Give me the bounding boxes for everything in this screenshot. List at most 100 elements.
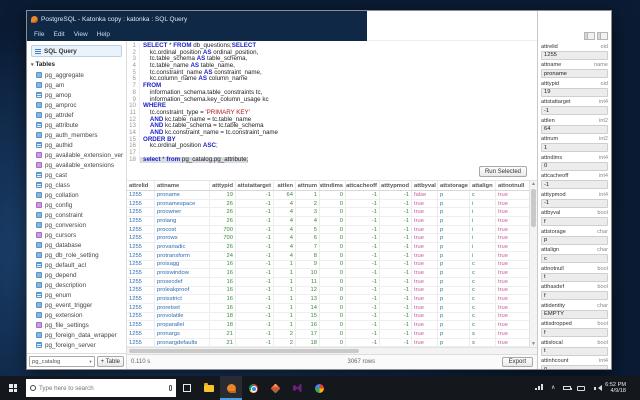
table-row[interactable]: 1255 prorows 700 -1 4 6 0 -1 -1 true p i true [127,234,529,244]
tray-battery-icon[interactable] [563,386,573,390]
tables-tree-header[interactable]: ▾ Tables [27,59,126,70]
table-row[interactable]: 1255 proretset 16 -1 1 14 0 -1 -1 true p c true [127,303,529,313]
menu-edit[interactable]: Edit [53,31,64,38]
table-row[interactable]: 1255 prolang 26 -1 4 4 0 -1 -1 true p i true [127,217,529,226]
taskbar-clock[interactable]: 6:52 PM 4/9/18 [605,382,626,395]
sidebar-item-pg_cursors[interactable]: pg_cursors [36,230,126,240]
sidebar-item-pg_available_extensions[interactable]: pg_available_extensions [36,160,126,170]
sidebar-item-pg_available_extension_ver[interactable]: pg_available_extension_ver [36,150,126,160]
taskbar-app-diamond[interactable] [264,376,286,400]
editor-line[interactable]: 18 select * from pg_catalog.pg_attribute; [127,156,537,164]
grid-vertical-scrollbar[interactable]: ▲ ▼ [529,181,537,347]
sidebar-item-pg_auth_members[interactable]: pg_auth_members [36,130,126,140]
tray-caret-icon[interactable]: ∧ [549,385,557,391]
sidebar-item-pg_collation[interactable]: pg_collation [36,190,126,200]
grid-horizontal-scrollbar[interactable] [127,347,537,354]
sidebar-item-pg_db_role_setting[interactable]: pg_db_role_setting [36,250,126,260]
column-header-attstattarget[interactable]: attstattarget [236,181,274,190]
sidebar-item-pg_foreign_server[interactable]: pg_foreign_server [36,340,126,350]
table-row[interactable]: 1255 proname 19 -1 64 1 0 -1 -1 false p c true [127,191,529,200]
column-header-attnotnull[interactable]: attnotnull [496,181,529,190]
column-header-atttypmod[interactable]: atttypmod [380,181,412,190]
sidebar-item-pg_attribute[interactable]: pg_attribute [36,120,126,130]
table-row[interactable]: 1255 provolatile 18 -1 1 15 0 -1 -1 true p c true [127,312,529,322]
sidebar-item-pg_database[interactable]: pg_database [36,240,126,250]
sidebar-item-pg_enum[interactable]: pg_enum [36,290,126,300]
field-value-input[interactable]: f [541,217,608,226]
table-row[interactable]: 1255 pronargs 21 -1 2 17 0 -1 -1 true p s true [127,330,529,339]
editor-line[interactable]: 16 kc.ordinal_position ASC; [127,142,537,150]
field-value-input[interactable]: 1 [541,143,608,152]
field-value-input[interactable]: -1 [541,180,608,189]
sql-editor[interactable]: 1 SELECT * FROM db_questions;SELECT 2 kc.o… [127,41,537,165]
sidebar-item-pg_extension[interactable]: pg_extension [36,310,126,320]
sidebar-item-sql-query[interactable]: SQL Query [31,45,122,57]
sidebar-item-pg_cast[interactable]: pg_cast [36,170,126,180]
taskbar-app-task-view[interactable] [176,376,198,400]
sidebar-item-pg_amop[interactable]: pg_amop [36,90,126,100]
field-value-input[interactable]: t [541,272,608,282]
run-selected-button[interactable]: Run Selected [478,166,527,177]
export-button[interactable]: Export [501,357,533,367]
tray-volume-icon[interactable] [591,386,599,390]
field-value-input[interactable]: t [541,346,608,356]
sidebar-item-pg_foreign_data_wrapper[interactable]: pg_foreign_data_wrapper [36,330,126,340]
tray-display-icon[interactable] [577,385,586,391]
field-value-input[interactable]: f [541,328,608,337]
field-value-input[interactable]: p [541,235,608,245]
menu-file[interactable]: File [34,31,44,38]
sidebar-item-pg_amproc[interactable]: pg_amproc [36,100,126,110]
field-value-input[interactable]: 19 [541,87,608,97]
search-input[interactable] [39,384,166,392]
title-bar[interactable]: PostgreSQL - Katonka copy : katonka : SQ… [27,11,367,27]
table-row[interactable]: 1255 procost 700 -1 4 5 0 -1 -1 true p i true [127,225,529,235]
field-value-input[interactable]: 1255 [541,50,608,60]
table-row[interactable]: 1255 proleakproof 16 -1 1 12 0 -1 -1 true p c true [127,286,529,296]
sidebar-item-pg_default_acl[interactable]: pg_default_acl [36,260,126,270]
table-row[interactable]: 1255 proisagg 16 -1 1 9 0 -1 -1 true p c true [127,260,529,270]
sidebar-item-pg_class[interactable]: pg_class [36,180,126,190]
taskbar-app-postbird[interactable] [220,376,242,400]
field-value-input[interactable]: f [541,291,608,300]
column-header-attlen[interactable]: attlen [274,181,296,190]
sidebar-item-pg_conversion[interactable]: pg_conversion [36,220,126,230]
field-value-input[interactable]: 64 [541,124,608,134]
column-header-attnum[interactable]: attnum [296,181,320,190]
tray-network-icon[interactable] [535,384,544,390]
column-header-attndims[interactable]: attndims [320,181,346,190]
table-row[interactable]: 1255 proiswindow 16 -1 1 10 0 -1 -1 true p c true [127,269,529,278]
menu-view[interactable]: View [74,31,88,38]
field-value-input[interactable]: proname [541,69,608,78]
table-row[interactable]: 1255 pronargdefaults 21 -1 2 18 0 -1 -1 true p s tru… [127,338,529,347]
add-table-button[interactable]: + Table [96,356,124,367]
table-row[interactable]: 1255 prosecdef 16 -1 1 11 0 -1 -1 true p c true [127,277,529,287]
table-row[interactable]: 1255 pronamespace 26 -1 4 2 0 -1 -1 true p i true [127,199,529,209]
taskbar-app-file-explorer[interactable] [198,376,220,400]
sidebar-item-pg_constraint[interactable]: pg_constraint [36,210,126,220]
table-row[interactable]: 1255 proparallel 18 -1 1 16 0 -1 -1 true p c true [127,321,529,330]
scrollbar-thumb[interactable] [129,349,359,353]
sidebar-item-pg_file_settings[interactable]: pg_file_settings [36,320,126,330]
sidebar-item-pg_depend[interactable]: pg_depend [36,270,126,280]
column-header-attbyval[interactable]: attbyval [412,181,438,190]
column-header-attalign[interactable]: attalign [470,181,496,190]
start-button[interactable] [0,376,26,400]
sidebar-item-pg_am[interactable]: pg_am [36,80,126,90]
taskbar-app-visual-studio[interactable] [286,376,308,400]
column-header-attrelid[interactable]: attrelid [127,181,155,190]
menu-help[interactable]: Help [97,31,110,38]
table-row[interactable]: 1255 provariadic 26 -1 4 7 0 -1 -1 true p i true [127,243,529,252]
field-value-input[interactable]: -1 [541,106,608,115]
sidebar-item-pg_attrdef[interactable]: pg_attrdef [36,110,126,120]
column-header-attname[interactable]: attname [155,181,210,190]
sidebar-item-pg_authid[interactable]: pg_authid [36,140,126,150]
panel-layout-right-button[interactable] [597,32,608,40]
taskbar-app-chrome[interactable] [242,376,264,400]
editor-line[interactable]: 9 information_schema.key_column_usage kc [127,96,537,104]
table-row[interactable]: 1255 protransform 24 -1 4 8 0 -1 -1 true p i true [127,251,529,261]
editor-line[interactable]: 6 kc.column_name AS column_name [127,76,537,84]
table-row[interactable]: 1255 proowner 26 -1 4 3 0 -1 -1 true p i true [127,208,529,218]
scrollbar-thumb[interactable] [531,189,536,227]
schema-select[interactable]: pg_catalog ▾ [29,356,95,367]
sidebar-item-pg_config[interactable]: pg_config [36,200,126,210]
